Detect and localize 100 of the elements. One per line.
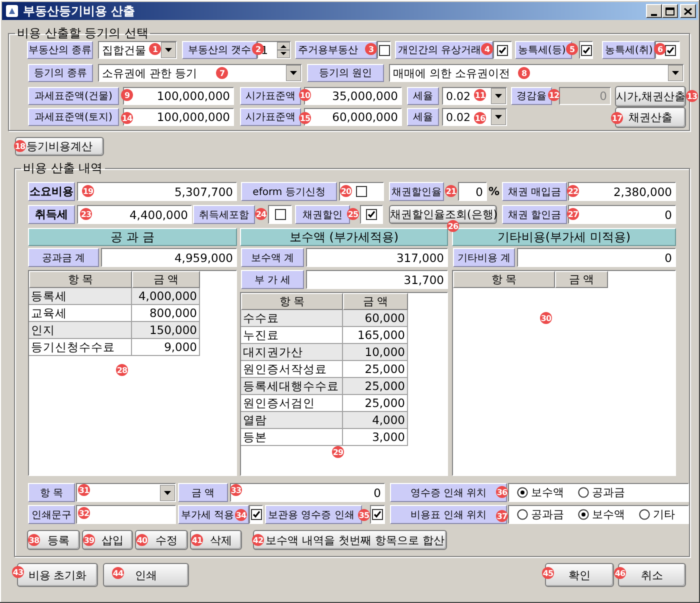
- number-badge: 38: [28, 534, 40, 546]
- field-label: 세율: [407, 108, 439, 126]
- field-label: 기타비용 계: [453, 248, 515, 267]
- section-header: 기타비용(부가세 미적용): [452, 228, 676, 246]
- table-cell: 열람: [241, 412, 343, 429]
- field-label: 과세표준액(건물): [28, 87, 119, 105]
- number-badge: 14: [121, 112, 133, 124]
- column-header[interactable]: 금 액: [555, 271, 608, 288]
- push-button[interactable]: 채권할인율조회(은행): [389, 205, 497, 224]
- caret-icon[interactable]: [668, 65, 683, 81]
- push-button[interactable]: 39 삽입: [82, 530, 133, 550]
- field-label: eform 등기신청: [241, 182, 337, 201]
- text-field[interactable]: 317,000: [306, 248, 448, 267]
- radio-button-icon: [639, 509, 650, 520]
- checkbox[interactable]: [250, 509, 262, 520]
- close-icon: [684, 7, 692, 15]
- column-header[interactable]: 항 목: [453, 271, 555, 288]
- number-badge: 17: [611, 112, 623, 124]
- table-cell: 등록세: [29, 288, 132, 305]
- text-field[interactable]: [76, 505, 176, 524]
- field-label: 채권할인: [295, 205, 350, 224]
- push-button[interactable]: 38 등록: [27, 530, 80, 550]
- field-label: 농특세(취): [602, 41, 655, 59]
- radio-option[interactable]: 보수액: [578, 507, 625, 522]
- text-field[interactable]: 0: [517, 248, 676, 267]
- field-label: 소요비용: [28, 182, 75, 201]
- window-title: 부동산등기비용 산출: [23, 2, 136, 20]
- table-cell: 150,000: [132, 322, 200, 339]
- maximize-button[interactable]: [662, 4, 678, 18]
- close-button[interactable]: [680, 4, 696, 18]
- field-label: 부동산의 종류: [27, 41, 93, 59]
- number-badge: 5: [566, 43, 578, 55]
- checkbox[interactable]: [497, 44, 508, 56]
- minimize-button[interactable]: [646, 4, 662, 18]
- field-label: 채권할인율: [389, 182, 444, 201]
- text-field[interactable]: 4,959,000: [101, 248, 237, 267]
- text-field[interactable]: 0: [458, 182, 487, 201]
- number-badge: 24: [255, 208, 267, 220]
- caret-icon[interactable]: [161, 42, 176, 58]
- table-cell: 대지권가산: [241, 344, 343, 361]
- number-badge: 46: [614, 567, 626, 579]
- number-badge: 41: [191, 534, 203, 546]
- radio-option[interactable]: 기타: [639, 507, 675, 522]
- field-label: 시가표준액: [240, 87, 301, 105]
- radio-option[interactable]: 보수액: [517, 485, 564, 500]
- text-field[interactable]: 31,700: [306, 270, 448, 289]
- field-label: 금 액: [178, 483, 228, 502]
- spin-arrows-icon[interactable]: [277, 42, 290, 58]
- caret-icon[interactable]: [286, 65, 301, 81]
- field-label: 시가표준액: [240, 108, 301, 126]
- number-badge: 43: [12, 566, 24, 578]
- column-header[interactable]: 금 액: [132, 271, 200, 288]
- checkbox[interactable]: [356, 186, 367, 197]
- column-header[interactable]: 항 목: [29, 271, 132, 288]
- field-label: 채권 할인금: [502, 205, 567, 224]
- number-badge: 39: [83, 534, 95, 546]
- number-badge: 40: [136, 534, 148, 546]
- radio-option[interactable]: 공과금: [517, 507, 564, 522]
- caret-icon[interactable]: [160, 484, 175, 500]
- table-cell: 인지: [29, 322, 132, 339]
- table-cell: 10,000: [343, 344, 408, 361]
- number-badge: 35: [358, 509, 370, 521]
- caret-icon[interactable]: [491, 109, 506, 125]
- column-header[interactable]: 금 액: [343, 293, 408, 310]
- table-cell: 9,000: [132, 339, 200, 356]
- unit-label: %: [489, 184, 499, 200]
- field-label: 과세표준액(토지): [28, 108, 119, 126]
- column-header[interactable]: 항 목: [241, 293, 343, 310]
- dropdown[interactable]: [76, 483, 176, 502]
- field-label: 부동산의 갯수: [182, 41, 257, 59]
- field-label: 공과금 계: [28, 248, 99, 267]
- field-label: 보수액 계: [241, 248, 304, 267]
- table-cell: 4,000,000: [132, 288, 200, 305]
- checkbox[interactable]: [372, 509, 383, 520]
- push-button[interactable]: 40 수정: [135, 530, 188, 550]
- radio-button-icon: [578, 487, 589, 498]
- radio-button-icon: [578, 509, 589, 520]
- table-cell: 등본: [241, 429, 343, 446]
- radio-option[interactable]: 공과금: [578, 485, 625, 500]
- push-button[interactable]: 41 삭제: [190, 530, 242, 550]
- number-badge: 9: [121, 89, 133, 101]
- field-label: 등기의 종류: [28, 64, 93, 82]
- table-cell: 등록세대행수수료: [241, 378, 343, 395]
- field-label: 취득세: [28, 205, 75, 224]
- checkbox[interactable]: [274, 209, 286, 220]
- push-button[interactable]: 시가,채권산출: [615, 86, 686, 106]
- number-badge: 21: [445, 185, 457, 197]
- checkbox[interactable]: [366, 209, 377, 220]
- table-cell: 25,000: [343, 378, 408, 395]
- caret-icon[interactable]: [491, 88, 506, 104]
- table-cell: 4,000: [343, 412, 408, 429]
- maximize-icon: [666, 7, 674, 15]
- checkbox[interactable]: [378, 44, 390, 56]
- checkbox[interactable]: [665, 44, 676, 56]
- checkbox[interactable]: [580, 44, 592, 56]
- field-label: 채권 매입금: [502, 182, 567, 201]
- group-title: 비용 산출 내역: [22, 161, 104, 175]
- field-label: 등기의 원인: [307, 64, 384, 82]
- table-cell: 등기신청수수료: [29, 339, 132, 356]
- group-title: 비용 산출할 등기의 선택: [16, 26, 150, 40]
